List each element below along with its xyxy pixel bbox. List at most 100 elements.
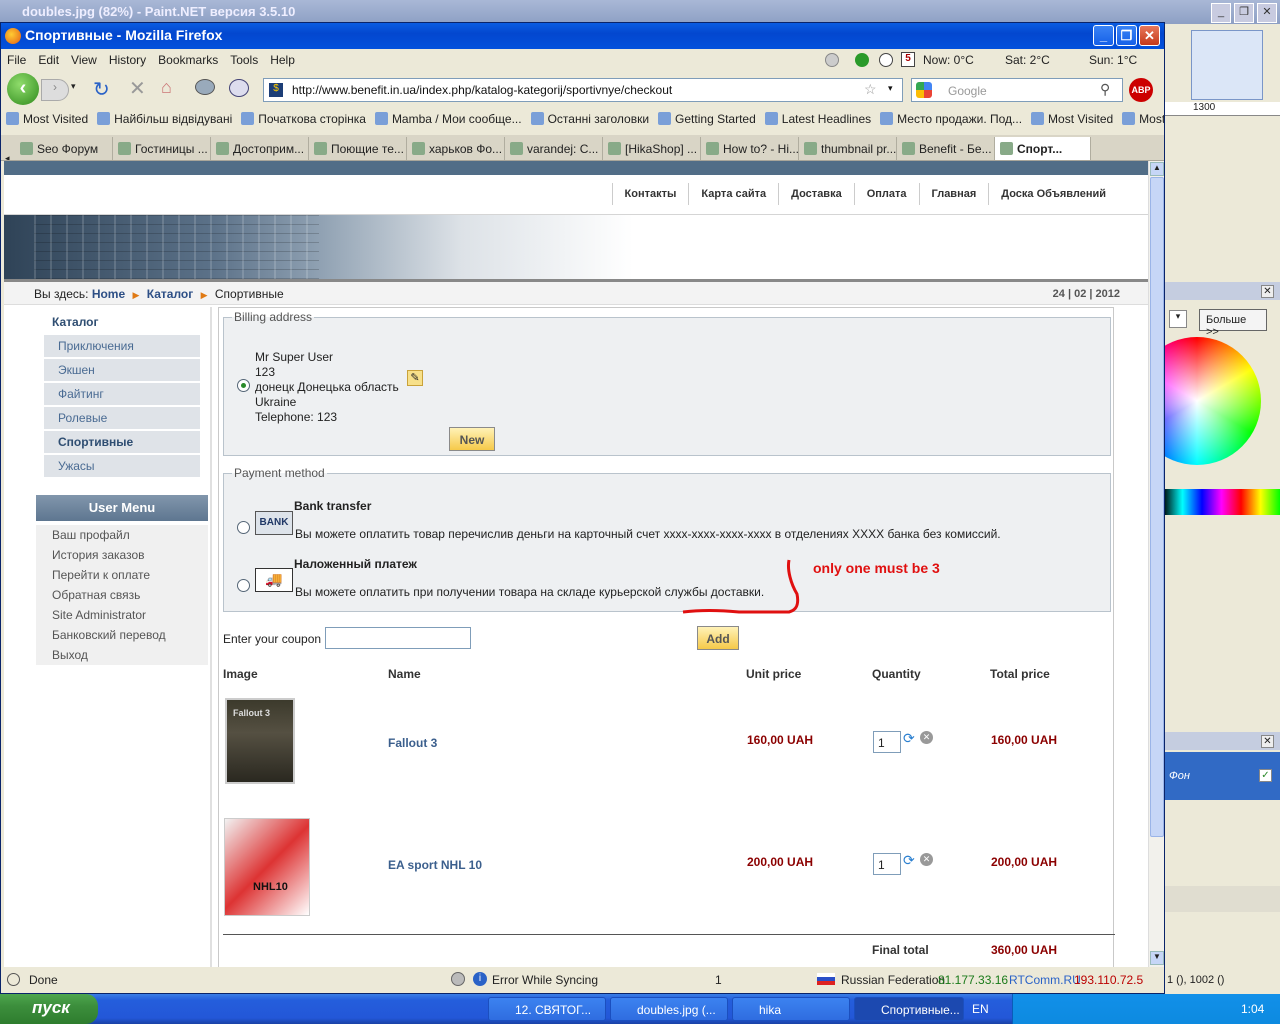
catalog-item[interactable]: Приключения bbox=[44, 335, 200, 357]
catalog-item[interactable]: Ролевые bbox=[44, 407, 200, 429]
nav-board[interactable]: Доска Объявлений bbox=[988, 183, 1118, 205]
history-dropdown-icon[interactable]: ▾ bbox=[71, 81, 76, 92]
calendar-icon[interactable]: 5 bbox=[901, 52, 915, 67]
user-menu-item[interactable]: Банковский перевод bbox=[36, 625, 208, 645]
refresh-icon[interactable]: ⟳ bbox=[903, 730, 915, 747]
quantity-input[interactable]: 1 bbox=[873, 731, 901, 753]
url-text[interactable]: http://www.benefit.in.ua/index.php/katal… bbox=[292, 83, 672, 97]
refresh-icon[interactable]: ⟳ bbox=[903, 852, 915, 869]
scroll-up-icon[interactable]: ▲ bbox=[1150, 162, 1164, 176]
weather-sun[interactable]: Sun: 1°C bbox=[1089, 53, 1137, 67]
remove-icon[interactable]: ✕ bbox=[920, 731, 933, 744]
maximize-button[interactable]: ❐ bbox=[1116, 25, 1137, 46]
product-image-nhl[interactable]: NHL10 bbox=[224, 818, 310, 916]
bookmark-item[interactable]: Getting Started bbox=[653, 108, 760, 126]
search-icon[interactable]: ⚲ bbox=[1100, 81, 1110, 98]
taskbar-button[interactable]: doubles.jpg (... bbox=[610, 997, 728, 1021]
paintnet-maximize-button[interactable]: ❐ bbox=[1234, 3, 1254, 23]
taskbar-button[interactable]: hika bbox=[732, 997, 850, 1021]
catalog-item-current[interactable]: Спортивные bbox=[44, 431, 200, 453]
chevron-down-icon[interactable]: ▾ bbox=[888, 83, 893, 94]
menu-tools[interactable]: Tools bbox=[224, 49, 264, 71]
scrollbar-thumb[interactable] bbox=[1150, 177, 1164, 837]
nav-home[interactable]: Главная bbox=[918, 183, 989, 205]
billing-address-radio[interactable] bbox=[237, 379, 250, 392]
menu-edit[interactable]: Edit bbox=[32, 49, 65, 71]
bookmark-item[interactable]: Most Visited bbox=[1, 108, 92, 126]
menu-history[interactable]: History bbox=[103, 49, 152, 71]
tab-active[interactable]: Спорт... bbox=[995, 137, 1091, 160]
catalog-item[interactable]: Экшен bbox=[44, 359, 200, 381]
paintnet-minimize-button[interactable]: _ bbox=[1211, 3, 1231, 23]
product-name[interactable]: Fallout 3 bbox=[388, 736, 437, 750]
user-menu-item[interactable]: Выход bbox=[36, 645, 208, 665]
addon-icon[interactable] bbox=[229, 79, 249, 97]
star-icon[interactable]: ☆ bbox=[864, 81, 877, 98]
tab[interactable]: How to? - Hi... bbox=[701, 137, 799, 160]
tab[interactable]: [HikaShop] ... bbox=[603, 137, 701, 160]
back-button[interactable]: ‹ bbox=[7, 73, 39, 105]
search-input[interactable]: Google ⚲ bbox=[911, 78, 1123, 102]
tab[interactable]: Benefit - Бе... bbox=[897, 137, 995, 160]
sync-icon[interactable] bbox=[451, 972, 465, 986]
more-button[interactable]: Больше >> bbox=[1199, 309, 1267, 338]
language-indicator[interactable]: EN bbox=[972, 1002, 989, 1016]
menu-bookmarks[interactable]: Bookmarks bbox=[152, 49, 224, 71]
tab[interactable]: Достоприм... bbox=[211, 137, 309, 160]
tab[interactable]: харьков Фо... bbox=[407, 137, 505, 160]
catalog-title[interactable]: Каталог bbox=[36, 307, 208, 333]
info-icon[interactable]: i bbox=[473, 972, 487, 986]
url-bar[interactable]: $ http://www.benefit.in.ua/index.php/kat… bbox=[263, 78, 903, 102]
minimize-button[interactable]: _ bbox=[1093, 25, 1114, 46]
bookmark-item[interactable]: Most Visited bbox=[1026, 108, 1117, 126]
bookmark-item[interactable]: Найбільш відвідувані bbox=[92, 108, 236, 126]
color-palette[interactable] bbox=[1163, 489, 1280, 515]
clock-icon[interactable] bbox=[879, 53, 893, 67]
tab[interactable]: Поющие те... bbox=[309, 137, 407, 160]
gear-icon[interactable] bbox=[825, 53, 839, 67]
menu-help[interactable]: Help bbox=[264, 49, 301, 71]
edit-icon[interactable]: ✎ bbox=[407, 370, 423, 386]
clock[interactable]: 1:04 bbox=[1241, 1002, 1264, 1016]
nav-delivery[interactable]: Доставка bbox=[778, 183, 854, 205]
nav-sitemap[interactable]: Карта сайта bbox=[688, 183, 778, 205]
chat-icon[interactable] bbox=[195, 79, 215, 95]
weather-sat[interactable]: Sat: 2°C bbox=[1005, 53, 1050, 67]
weather-now[interactable]: Now: 0°C bbox=[923, 53, 974, 67]
user-menu-item[interactable]: Перейти к оплате bbox=[36, 565, 208, 585]
user-menu-item[interactable]: Site Administrator bbox=[36, 605, 208, 625]
scroll-left-icon[interactable]: ◂ bbox=[1, 153, 15, 160]
product-name[interactable]: EA sport NHL 10 bbox=[388, 858, 482, 872]
stop-icon[interactable]: ✕ bbox=[129, 76, 146, 101]
taskbar-button-active[interactable]: Спортивные... bbox=[854, 997, 964, 1021]
chevron-down-icon[interactable]: ▾ bbox=[1169, 310, 1187, 328]
close-button[interactable]: ✕ bbox=[1139, 25, 1160, 46]
catalog-item[interactable]: Файтинг bbox=[44, 383, 200, 405]
breadcrumb-catalog[interactable]: Каталог bbox=[147, 287, 194, 301]
adblock-icon[interactable]: ABP bbox=[1129, 78, 1153, 102]
bookmark-item[interactable]: Latest Headlines bbox=[760, 108, 875, 126]
nav-payment[interactable]: Оплата bbox=[853, 183, 919, 205]
forward-button[interactable]: › bbox=[41, 79, 69, 101]
navigator-thumbnail[interactable] bbox=[1191, 30, 1263, 100]
remove-icon[interactable]: ✕ bbox=[920, 853, 933, 866]
payment-radio-cod[interactable] bbox=[237, 579, 250, 592]
vertical-scrollbar[interactable]: ▲ ▼ bbox=[1148, 161, 1164, 967]
paintnet-close-button[interactable]: ✕ bbox=[1257, 3, 1277, 23]
tab[interactable]: thumbnail pr... bbox=[799, 137, 897, 160]
tab[interactable]: Seo Форум bbox=[15, 137, 113, 160]
coupon-input[interactable] bbox=[325, 627, 471, 649]
sync-status[interactable]: Error While Syncing bbox=[492, 973, 598, 987]
bookmark-item[interactable]: Место продажи. Под... bbox=[875, 108, 1026, 126]
nav-contacts[interactable]: Контакты bbox=[611, 183, 689, 205]
bookmark-item[interactable]: Початкова сторінка bbox=[236, 108, 370, 126]
home-icon[interactable]: ⌂ bbox=[161, 77, 172, 98]
close-icon[interactable]: ✕ bbox=[1261, 735, 1274, 748]
bookmark-item[interactable]: Mamba / Мои сообще... bbox=[370, 108, 526, 126]
close-icon[interactable]: ✕ bbox=[1261, 285, 1274, 298]
scroll-down-icon[interactable]: ▼ bbox=[1150, 951, 1164, 965]
tab[interactable]: varandej: C... bbox=[505, 137, 603, 160]
start-button[interactable]: пуск bbox=[0, 994, 98, 1024]
product-image-fallout[interactable]: Fallout 3 bbox=[225, 698, 295, 784]
payment-radio-bank[interactable] bbox=[237, 521, 250, 534]
